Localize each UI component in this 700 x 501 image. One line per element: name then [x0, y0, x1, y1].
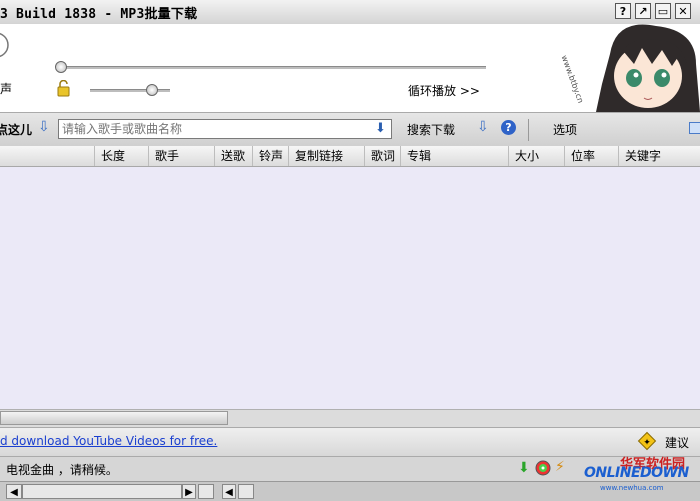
scroll-left-button[interactable]: ◀: [222, 484, 236, 499]
bottom-scroll-strip: ◀ ▶ ◀ www.newhua.com: [0, 481, 700, 501]
scrollbar-thumb[interactable]: [0, 411, 228, 425]
results-table-header: 长度 歌手 送歌 铃声 复制链接 歌词 专辑 大小 位率 关键字: [0, 146, 700, 167]
column-header[interactable]: 送歌: [214, 146, 252, 166]
column-header[interactable]: 歌手: [148, 146, 214, 166]
warning-sign-icon: ✦: [637, 431, 657, 451]
column-header[interactable]: 大小: [508, 146, 564, 166]
lock-icon: [57, 80, 70, 97]
arrow-down-icon[interactable]: ⇩: [477, 119, 489, 135]
click-here-label: 点这儿: [0, 123, 33, 137]
download-arrow-icon[interactable]: ⬇: [518, 460, 530, 476]
player-panel: 声 循环播放 >> www.btby.cn: [0, 24, 700, 112]
cd-icon[interactable]: [535, 460, 551, 476]
svg-text:✦: ✦: [643, 438, 651, 448]
title-bar: 3 Build 1838 - MP3批量下载 ? ↗ ▭ ✕: [0, 0, 700, 25]
mascot-image: [596, 24, 700, 112]
clock-icon: [0, 32, 9, 58]
loop-play-button[interactable]: 循环播放 >>: [408, 82, 480, 99]
progress-knob[interactable]: [55, 61, 67, 73]
status-bar: 电视金曲 ，请稍候。 ⬇ ⚡ 华军软件园 ONLINEDOWN: [0, 456, 700, 481]
arrow-down-icon[interactable]: ⇩: [38, 119, 50, 135]
column-header[interactable]: 复制链接: [288, 146, 364, 166]
search-download-button[interactable]: 搜索下载: [407, 121, 455, 138]
ad-link-bar: d download YouTube Videos for free. ✦ 建议: [0, 427, 700, 456]
youtube-ad-link[interactable]: d download YouTube Videos for free.: [0, 434, 217, 448]
onlinedown-logo: 华军软件园 ONLINEDOWN: [582, 455, 700, 481]
scroll-right-button[interactable]: ▶: [182, 484, 196, 499]
close-button[interactable]: ✕: [675, 3, 691, 19]
maximize-button[interactable]: ▭: [655, 3, 671, 19]
horizontal-scrollbar[interactable]: [0, 409, 700, 427]
volume-knob[interactable]: [146, 84, 158, 96]
status-message: 电视金曲 ，请稍候。: [6, 463, 118, 477]
volume-slider[interactable]: [90, 89, 170, 92]
scroll-track[interactable]: [22, 484, 182, 499]
divider: [528, 119, 529, 141]
logo-sub-text: www.newhua.com: [600, 484, 664, 492]
volume-label: 声: [0, 82, 13, 96]
results-list[interactable]: [0, 167, 700, 409]
logo-text: ONLINEDOWN: [584, 465, 689, 481]
help-icon[interactable]: ?: [501, 120, 516, 135]
help-button[interactable]: ?: [615, 3, 631, 19]
scroll-thumb[interactable]: [238, 484, 254, 499]
restore-button[interactable]: ↗: [635, 3, 651, 19]
scroll-left-button[interactable]: ◀: [6, 484, 22, 499]
scroll-track[interactable]: [198, 484, 214, 499]
window-icon[interactable]: [689, 122, 700, 134]
column-header[interactable]: 长度: [94, 146, 148, 166]
options-button[interactable]: 选项: [553, 121, 577, 138]
dropdown-arrow-icon[interactable]: ⬇: [375, 121, 386, 136]
search-input[interactable]: [58, 119, 392, 139]
column-header[interactable]: 铃声: [252, 146, 288, 166]
suggest-button[interactable]: 建议: [665, 434, 689, 451]
column-header[interactable]: 关键字: [618, 146, 700, 166]
column-header[interactable]: 位率: [564, 146, 618, 166]
search-toolbar: 点这儿 ⇩ ⬇ 搜索下载 ⇩ ? 选项: [0, 112, 700, 148]
column-header[interactable]: 专辑: [400, 146, 508, 166]
site-watermark: www.btby.cn: [559, 54, 586, 105]
window-title: 3 Build 1838 - MP3批量下载: [0, 7, 198, 22]
progress-slider[interactable]: [58, 66, 486, 69]
column-header[interactable]: 歌词: [364, 146, 400, 166]
lightning-icon[interactable]: ⚡: [555, 459, 565, 475]
